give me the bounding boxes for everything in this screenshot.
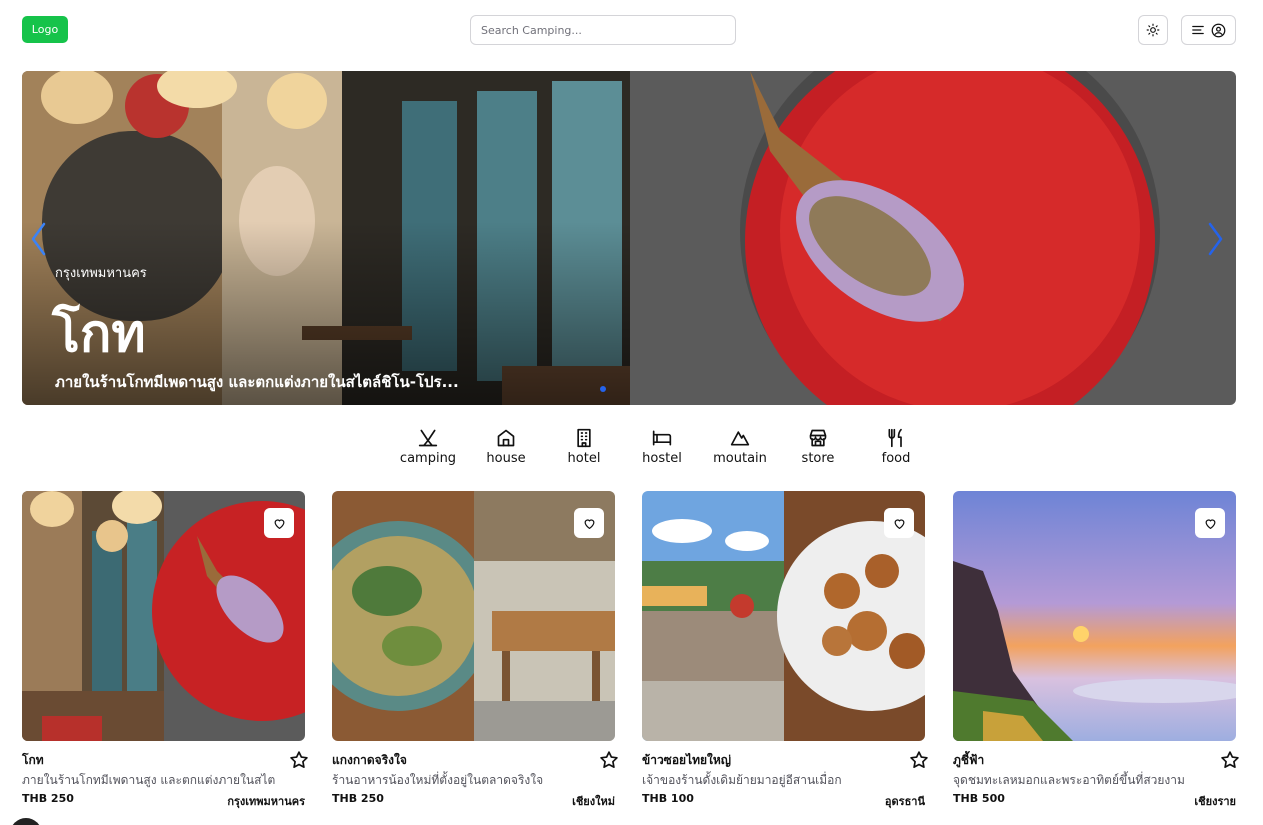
category-hotel[interactable]: hotel [545, 427, 623, 466]
star-icon [1221, 751, 1239, 768]
heart-icon [274, 518, 284, 529]
card-title: ข้าวซอยไทยใหญ่ [642, 753, 732, 767]
hero-carousel[interactable]: กรุงเทพมหานคร โกท ภายในร้านโกทมีเพดานสูง… [22, 71, 1236, 405]
utensils-icon [888, 428, 902, 448]
hotel-icon [577, 428, 591, 448]
chevron-right-icon [1208, 222, 1223, 256]
card-title: แกงกาดจริงใจ [332, 753, 407, 767]
hero-location: กรุงเทพมหานคร [55, 266, 147, 281]
card-photo [22, 491, 305, 741]
favorite-button[interactable] [884, 508, 914, 538]
theme-toggle-button[interactable] [1138, 15, 1168, 45]
favorite-button[interactable] [264, 508, 294, 538]
listing-card[interactable]: ข้าวซอยไทยใหญ่ เจ้าของร้านดั้งเดิมย้ายมา… [642, 491, 928, 808]
card-description: ภายในร้านโกทมีเพดานสูง และตกแต่งภายในสไต [22, 773, 276, 787]
category-label: food [881, 451, 911, 466]
card-image[interactable] [22, 491, 305, 741]
hero-title: โกท [52, 304, 146, 364]
star-icon [910, 751, 928, 768]
card-image[interactable] [332, 491, 615, 741]
category-label: hotel [567, 451, 601, 466]
card-price: THB 100 [642, 792, 694, 805]
category-hostel[interactable]: hostel [623, 427, 701, 466]
rate-button[interactable] [1220, 750, 1240, 774]
store-icon [809, 429, 827, 447]
floating-avatar[interactable] [10, 818, 42, 825]
logo-button[interactable]: Logo [22, 16, 68, 43]
card-title: ภูชี้ฟ้า [953, 753, 985, 767]
category-label: hostel [642, 451, 682, 466]
card-province: กรุงเทพมหานคร [227, 795, 305, 808]
carousel-dot-active[interactable] [600, 386, 606, 392]
card-description: ร้านอาหารน้องใหม่ที่ตั้งอยู่ในตลาดจริงใจ [332, 773, 544, 787]
tent-icon [418, 429, 438, 447]
heart-icon [1205, 518, 1215, 529]
bed-icon [652, 430, 672, 446]
card-province: เชียงราย [1194, 795, 1236, 808]
chevron-left-icon [31, 222, 46, 256]
card-province: เชียงใหม่ [572, 795, 615, 808]
heart-icon [584, 518, 594, 529]
house-icon [497, 429, 515, 447]
category-label: moutain [713, 451, 767, 466]
category-house[interactable]: house [467, 427, 545, 466]
card-description: เจ้าของร้านดั้งเดิมย้ายมาอยู่อีสานเมื่อก [642, 773, 842, 787]
favorite-button[interactable] [1195, 508, 1225, 538]
category-camping[interactable]: camping [389, 427, 467, 466]
carousel-next-button[interactable] [1200, 219, 1230, 259]
heart-icon [894, 518, 904, 529]
category-label: store [801, 451, 835, 466]
menu-icon [1192, 25, 1204, 35]
mountain-icon [730, 431, 750, 446]
user-menu-button[interactable] [1181, 15, 1236, 45]
category-label: house [486, 451, 526, 466]
card-price: THB 250 [22, 792, 74, 805]
card-image[interactable] [642, 491, 925, 741]
card-price: THB 500 [953, 792, 1005, 805]
category-store[interactable]: store [779, 427, 857, 466]
category-mountain[interactable]: moutain [701, 427, 779, 466]
listing-card[interactable]: โกท ภายในร้านโกทมีเพดานสูง และตกแต่งภายใ… [22, 491, 308, 808]
star-icon [290, 751, 308, 768]
category-label: camping [399, 451, 457, 466]
card-province: อุดรธานี [884, 795, 925, 808]
card-photo [953, 491, 1236, 741]
hero-description: ภายในร้านโกทมีเพดานสูง และตกแต่งภายในสไต… [55, 373, 459, 391]
listing-card[interactable]: ภูชี้ฟ้า จุดชมทะเลหมอกและพระอาทิตย์ขึ้นท… [953, 491, 1239, 808]
user-circle-icon [1211, 23, 1226, 37]
card-photo [642, 491, 925, 741]
category-bar: camping house hotel hostel moutain store… [389, 427, 935, 466]
sun-icon [1146, 23, 1160, 37]
card-image[interactable] [953, 491, 1236, 741]
card-description: จุดชมทะเลหมอกและพระอาทิตย์ขึ้นที่สวยงาม [953, 773, 1185, 787]
category-food[interactable]: food [857, 427, 935, 466]
rate-button[interactable] [289, 750, 309, 774]
hero-dish-image [630, 71, 1236, 405]
rate-button[interactable] [909, 750, 929, 774]
card-price: THB 250 [332, 792, 384, 805]
listing-card[interactable]: แกงกาดจริงใจ ร้านอาหารน้องใหม่ที่ตั้งอยู… [332, 491, 618, 808]
star-icon [600, 751, 618, 768]
carousel-prev-button[interactable] [24, 219, 54, 259]
card-title: โกท [22, 753, 44, 767]
card-photo [332, 491, 615, 741]
favorite-button[interactable] [574, 508, 604, 538]
rate-button[interactable] [599, 750, 619, 774]
search-input[interactable] [470, 15, 736, 45]
